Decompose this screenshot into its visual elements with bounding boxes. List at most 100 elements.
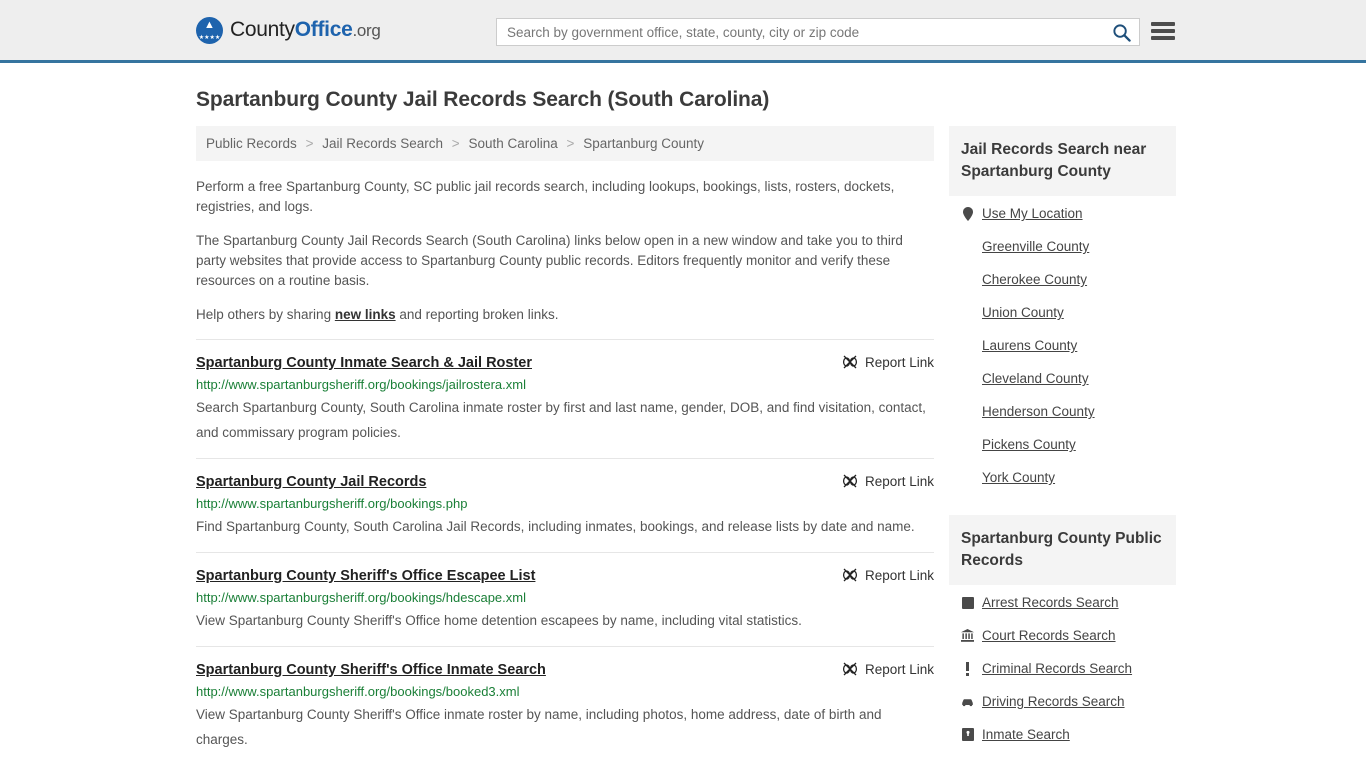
result-item: Spartanburg County Inmate Search & Jail …: [196, 339, 934, 458]
sidebar-nearby-item-york-county[interactable]: York County: [949, 460, 1176, 493]
main-column: Public Records > Jail Records Search > S…: [196, 126, 934, 772]
car-icon: [961, 694, 974, 709]
search-button[interactable]: [1103, 19, 1139, 45]
broken-link-icon: [842, 474, 858, 488]
report-link-label: Report Link: [864, 567, 934, 583]
report-link-button[interactable]: Report Link: [842, 661, 934, 677]
sidebar-item-label[interactable]: Driving Records Search: [982, 694, 1125, 709]
sidebar-item-label[interactable]: Arrest Records Search: [982, 595, 1119, 610]
report-link-button[interactable]: Report Link: [842, 354, 934, 370]
courthouse-icon: [961, 628, 974, 643]
exclamation-icon: [961, 661, 974, 676]
intro-paragraph-3: Help others by sharing new links and rep…: [196, 305, 934, 325]
site-logo[interactable]: ▲ ★★★★ CountyOffice.org: [196, 16, 381, 44]
sidebar-records-item-arrest-records-search[interactable]: Arrest Records Search: [949, 585, 1176, 618]
logo-org-text: .org: [352, 21, 381, 40]
result-header: Spartanburg County Inmate Search & Jail …: [196, 354, 934, 372]
content-row: Public Records > Jail Records Search > S…: [196, 126, 1176, 772]
jail-icon: [961, 727, 974, 742]
sidebar-item-label[interactable]: Henderson County: [982, 404, 1095, 419]
breadcrumb-separator: >: [566, 136, 575, 151]
sidebar-nearby-item-use-my-location[interactable]: Use My Location: [949, 196, 1176, 229]
intro-paragraph-2: The Spartanburg County Jail Records Sear…: [196, 233, 903, 288]
new-links-link[interactable]: new links: [335, 307, 396, 322]
breadcrumb-item-public-records[interactable]: Public Records: [206, 136, 297, 151]
result-header: Spartanburg County Sheriff's Office Inma…: [196, 661, 934, 679]
result-item: Spartanburg County Sheriff's Office Esca…: [196, 552, 934, 646]
sidebar-nearby-title: Jail Records Search near Spartanburg Cou…: [949, 126, 1176, 196]
sidebar-nearby-item-henderson-county[interactable]: Henderson County: [949, 394, 1176, 427]
map-pin-icon: [961, 206, 974, 221]
breadcrumb-item-south-carolina[interactable]: South Carolina: [468, 136, 557, 151]
sidebar-item-label[interactable]: York County: [982, 470, 1055, 485]
sidebar-item-label[interactable]: Laurens County: [982, 338, 1077, 353]
report-link-button[interactable]: Report Link: [842, 473, 934, 489]
search-input[interactable]: [497, 19, 1103, 45]
sidebar-item-label[interactable]: Union County: [982, 305, 1064, 320]
intro-p3-after: and reporting broken links.: [395, 307, 559, 322]
result-title-link[interactable]: Spartanburg County Inmate Search & Jail …: [196, 354, 532, 372]
report-link-label: Report Link: [864, 354, 934, 370]
page-container: Spartanburg County Jail Records Search (…: [0, 88, 1366, 772]
sidebar-nearby-list: Use My Location Greenville County Cherokee…: [949, 196, 1176, 493]
result-url: http://www.spartanburgsheriff.org/bookin…: [196, 377, 526, 392]
result-description: View Spartanburg County Sheriff's Office…: [196, 707, 882, 747]
sidebar-item-label[interactable]: Use My Location: [982, 206, 1083, 221]
sidebar-item-label[interactable]: Cleveland County: [982, 371, 1089, 386]
sidebar-item-label[interactable]: Greenville County: [982, 239, 1089, 254]
sidebar-nearby-item-union-county[interactable]: Union County: [949, 295, 1176, 328]
sidebar-nearby-item-cherokee-county[interactable]: Cherokee County: [949, 262, 1176, 295]
results-list: Spartanburg County Inmate Search & Jail …: [196, 339, 934, 765]
sidebar-nearby-item-cleveland-county[interactable]: Cleveland County: [949, 361, 1176, 394]
fingerprint-icon: [961, 595, 974, 610]
breadcrumb-item-jail-records-search[interactable]: Jail Records Search: [322, 136, 443, 151]
result-item: Spartanburg County Sheriff's Office Inma…: [196, 646, 934, 765]
result-url: http://www.spartanburgsheriff.org/bookin…: [196, 496, 468, 511]
sidebar-records-item-court-records-search[interactable]: Court Records Search: [949, 618, 1176, 651]
search-icon: [1112, 23, 1131, 42]
breadcrumb: Public Records > Jail Records Search > S…: [196, 126, 934, 161]
broken-link-icon: [842, 662, 858, 676]
report-link-label: Report Link: [864, 473, 934, 489]
site-header: ▲ ★★★★ CountyOffice.org: [0, 0, 1366, 63]
logo-text: CountyOffice.org: [230, 18, 381, 42]
report-link-button[interactable]: Report Link: [842, 567, 934, 583]
sidebar-nearby-item-laurens-county[interactable]: Laurens County: [949, 328, 1176, 361]
sidebar-records-item-inmate-search[interactable]: Inmate Search: [949, 717, 1176, 750]
sidebar-public-records-title: Spartanburg County Public Records: [949, 515, 1176, 585]
logo-county-text: County: [230, 18, 295, 41]
sidebar-item-label[interactable]: Cherokee County: [982, 272, 1087, 287]
hamburger-menu-icon[interactable]: [1151, 19, 1175, 43]
result-header: Spartanburg County Jail Records Report Li…: [196, 473, 934, 491]
sidebar-item-label[interactable]: Criminal Records Search: [982, 661, 1132, 676]
broken-link-icon: [842, 355, 858, 369]
result-header: Spartanburg County Sheriff's Office Esca…: [196, 567, 934, 585]
sidebar: Jail Records Search near Spartanburg Cou…: [949, 126, 1176, 772]
result-title-link[interactable]: Spartanburg County Sheriff's Office Esca…: [196, 567, 535, 585]
result-url: http://www.spartanburgsheriff.org/bookin…: [196, 684, 520, 699]
sidebar-item-label[interactable]: Pickens County: [982, 437, 1076, 452]
report-link-label: Report Link: [864, 661, 934, 677]
intro-text: Perform a free Spartanburg County, SC pu…: [196, 177, 934, 325]
intro-p3-before: Help others by sharing: [196, 307, 335, 322]
result-description: Search Spartanburg County, South Carolin…: [196, 400, 926, 440]
sidebar-item-label[interactable]: Inmate Search: [982, 727, 1070, 742]
logo-office-text: Office: [294, 18, 353, 41]
search-bar[interactable]: [496, 18, 1140, 46]
breadcrumb-item-spartanburg-county[interactable]: Spartanburg County: [583, 136, 704, 151]
result-url: http://www.spartanburgsheriff.org/bookin…: [196, 590, 526, 605]
page-title: Spartanburg County Jail Records Search (…: [196, 88, 770, 111]
sidebar-records-item-criminal-records-search[interactable]: Criminal Records Search: [949, 651, 1176, 684]
breadcrumb-separator: >: [451, 136, 460, 151]
breadcrumb-separator: >: [305, 136, 314, 151]
result-title-link[interactable]: Spartanburg County Sheriff's Office Inma…: [196, 661, 546, 679]
sidebar-item-label[interactable]: Court Records Search: [982, 628, 1116, 643]
sidebar-records-item-driving-records-search[interactable]: Driving Records Search: [949, 684, 1176, 717]
sidebar-public-records-list: Arrest Records Search Court Records Searc…: [949, 585, 1176, 750]
result-description: Find Spartanburg County, South Carolina …: [196, 519, 915, 534]
eagle-seal-icon: ▲ ★★★★: [196, 16, 223, 44]
broken-link-icon: [842, 568, 858, 582]
sidebar-nearby-item-pickens-county[interactable]: Pickens County: [949, 427, 1176, 460]
result-title-link[interactable]: Spartanburg County Jail Records: [196, 473, 426, 491]
sidebar-nearby-item-greenville-county[interactable]: Greenville County: [949, 229, 1176, 262]
